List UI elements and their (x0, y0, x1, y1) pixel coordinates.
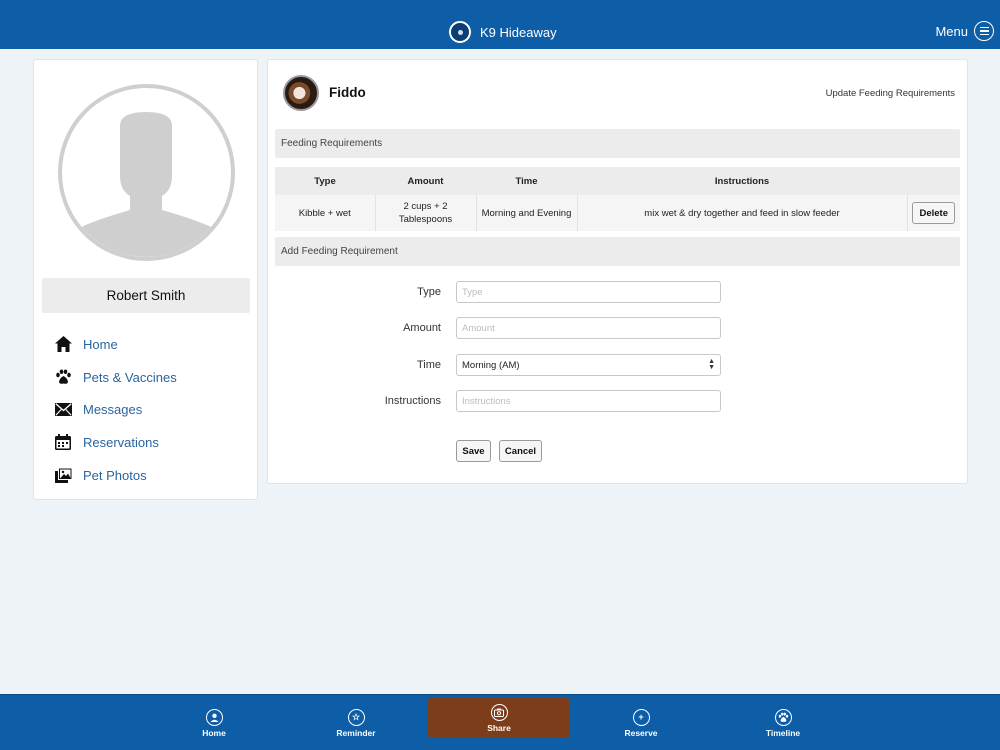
table-row: Kibble + wet 2 cups + 2 Tablespoons Morn… (275, 195, 960, 231)
pet-detail-card: Fiddo Update Feeding Requirements Feedin… (267, 59, 968, 484)
tab-home[interactable]: Home (188, 695, 240, 750)
form-row-time: Time Morning (AM) ▲ ▼ (268, 354, 969, 378)
sidebar-item-label: Pet Photos (83, 467, 147, 483)
column-header-amount: Amount (375, 167, 476, 195)
sidebar-nav: Home Pets & Vaccines Messages Reservatio… (54, 328, 244, 491)
sidebar-item-messages[interactable]: Messages (54, 393, 244, 426)
sidebar-item-label: Home (83, 336, 118, 352)
plus-icon: + (632, 708, 650, 726)
tab-reminder[interactable]: ☆ Reminder (330, 695, 382, 750)
sidebar-item-pets-vaccines[interactable]: Pets & Vaccines (54, 361, 244, 394)
logo-icon (449, 21, 471, 43)
cell-time: Morning and Evening (476, 195, 578, 231)
app-title: K9 Hideaway (480, 24, 557, 40)
instructions-label: Instructions (384, 395, 441, 407)
camera-icon (490, 703, 508, 721)
person-silhouette-icon (62, 112, 231, 257)
tab-label: Timeline (765, 727, 801, 738)
cell-instructions: mix wet & dry together and feed in slow … (577, 195, 908, 231)
sidebar-item-label: Messages (83, 402, 143, 418)
tab-share[interactable]: Share (428, 698, 570, 738)
select-arrows-icon: ▲ ▼ (708, 358, 715, 371)
form-row-type: Type (268, 281, 969, 305)
pet-name: Fiddo (329, 85, 366, 100)
profile-name: Robert Smith (42, 278, 250, 313)
cell-amount: 2 cups + 2 Tablespoons (375, 195, 477, 231)
tab-label: Home (202, 727, 226, 738)
column-header-time: Time (476, 167, 577, 195)
profile-card: Robert Smith Home Pets & Vaccines Messag… (33, 59, 258, 500)
type-input[interactable] (456, 281, 721, 303)
form-row-instructions: Instructions (268, 390, 969, 414)
menu-button[interactable]: Menu (935, 21, 994, 41)
column-header-actions (907, 167, 960, 195)
sidebar-item-pet-photos[interactable]: Pet Photos (54, 459, 244, 492)
envelope-icon (54, 401, 72, 419)
add-feeding-header: Add Feeding Requirement (275, 237, 960, 266)
hamburger-icon (974, 21, 994, 41)
feeding-requirements-table: Type Amount Time Instructions Kibble + w… (275, 167, 960, 231)
instructions-input[interactable] (456, 390, 721, 412)
cell-type: Kibble + wet (275, 195, 376, 231)
user-circle-icon (205, 708, 223, 726)
amount-input[interactable] (456, 317, 721, 339)
save-button[interactable]: Save (456, 440, 491, 462)
tab-reserve[interactable]: + Reserve (615, 695, 667, 750)
top-header: K9 Hideaway Menu (0, 0, 1000, 49)
calendar-icon (54, 433, 72, 451)
feeding-requirements-header: Feeding Requirements (275, 129, 960, 158)
cell-actions: Delete (907, 195, 960, 231)
menu-label: Menu (935, 23, 968, 39)
sidebar-item-home[interactable]: Home (54, 328, 244, 361)
user-avatar (58, 84, 235, 261)
sidebar-item-reservations[interactable]: Reservations (54, 426, 244, 459)
paw-circle-icon (774, 708, 792, 726)
star-icon: ☆ (347, 708, 365, 726)
tab-label: Reminder (336, 727, 376, 738)
type-label: Type (417, 286, 441, 298)
column-header-instructions: Instructions (577, 167, 907, 195)
paw-icon (54, 368, 72, 386)
time-label: Time (416, 359, 441, 371)
amount-label: Amount (403, 322, 441, 334)
form-row-amount: Amount (268, 317, 969, 341)
sidebar-item-label: Pets & Vaccines (83, 369, 177, 385)
bottom-nav: Home ☆ Reminder Share + Reserve Timeline (0, 694, 1000, 750)
photos-icon (54, 466, 72, 484)
tab-label: Share (487, 722, 511, 733)
house-icon (54, 335, 72, 353)
cancel-button[interactable]: Cancel (499, 440, 542, 462)
delete-button[interactable]: Delete (912, 202, 956, 224)
tab-label: Reserve (624, 727, 658, 738)
time-selected-value: Morning (AM) (462, 359, 520, 371)
column-header-type: Type (275, 167, 375, 195)
update-feeding-link[interactable]: Update Feeding Requirements (826, 88, 955, 99)
sidebar-item-label: Reservations (83, 434, 159, 450)
tab-timeline[interactable]: Timeline (757, 695, 809, 750)
time-select[interactable]: Morning (AM) ▲ ▼ (456, 354, 721, 376)
app-brand[interactable]: K9 Hideaway (449, 21, 557, 43)
pet-avatar (283, 75, 319, 111)
table-header-row: Type Amount Time Instructions (275, 167, 960, 195)
